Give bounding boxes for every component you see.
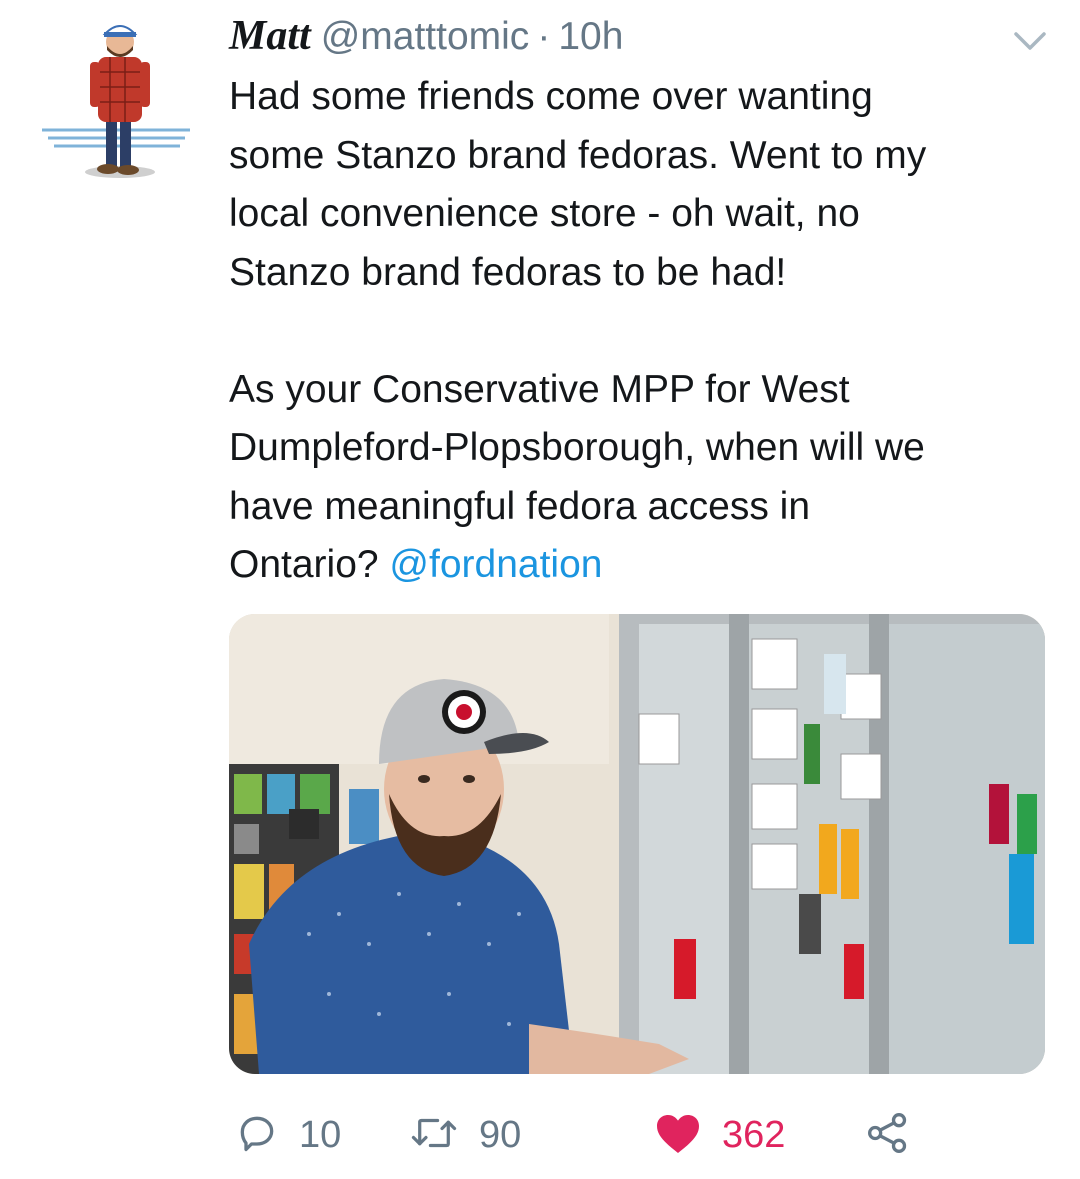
retweet-icon	[409, 1111, 459, 1160]
author-handle[interactable]: @matttomic	[321, 15, 530, 59]
tweet-header: Matt @matttomic · 10h	[229, 12, 623, 64]
reply-button[interactable]: 10	[235, 1105, 341, 1165]
avatar[interactable]	[40, 12, 195, 187]
tweet-text-line: Had some friends come over wanting	[229, 75, 873, 118]
tweet-text-line: local convenience store - oh wait, no	[229, 192, 860, 235]
tweet-text-line: Stanzo brand fedoras to be had!	[229, 250, 787, 294]
like-button[interactable]: 362	[654, 1105, 785, 1165]
reply-count: 10	[299, 1113, 342, 1156]
tweet-text-line: some Stanzo brand fedoras. Went to my	[229, 133, 927, 177]
share-button[interactable]	[865, 1105, 911, 1165]
chevron-down-icon[interactable]	[1010, 28, 1050, 54]
retweet-count: 90	[479, 1113, 522, 1156]
separator-dot: ·	[537, 15, 551, 58]
tweet-actions: 10 90 362	[229, 1105, 1029, 1165]
like-count: 362	[722, 1113, 786, 1156]
heart-icon	[654, 1111, 702, 1160]
tweet-text-fragment: Ontario?	[229, 543, 390, 586]
tweet-text: Had some friends come over wanting some …	[229, 68, 1049, 595]
tweet-text-line: Ontario? @fordnation	[229, 536, 1049, 595]
author-name[interactable]: Matt	[229, 12, 311, 60]
retweet-button[interactable]: 90	[409, 1105, 521, 1165]
tweet-photo[interactable]	[229, 614, 1045, 1074]
tweet-text-line: As your Conservative MPP for West	[229, 367, 850, 411]
tweet-text-line: have meaningful fedora access in	[229, 484, 811, 528]
mention-link[interactable]: @fordnation	[389, 543, 602, 586]
tweet-card[interactable]: Matt @matttomic · 10h Had some friends c…	[0, 0, 1080, 1179]
share-icon	[865, 1111, 911, 1160]
tweet-text-line: Dumpleford-Plopsborough, when will we	[229, 426, 925, 469]
reply-icon	[235, 1111, 279, 1160]
tweet-timestamp[interactable]: 10h	[558, 15, 623, 59]
